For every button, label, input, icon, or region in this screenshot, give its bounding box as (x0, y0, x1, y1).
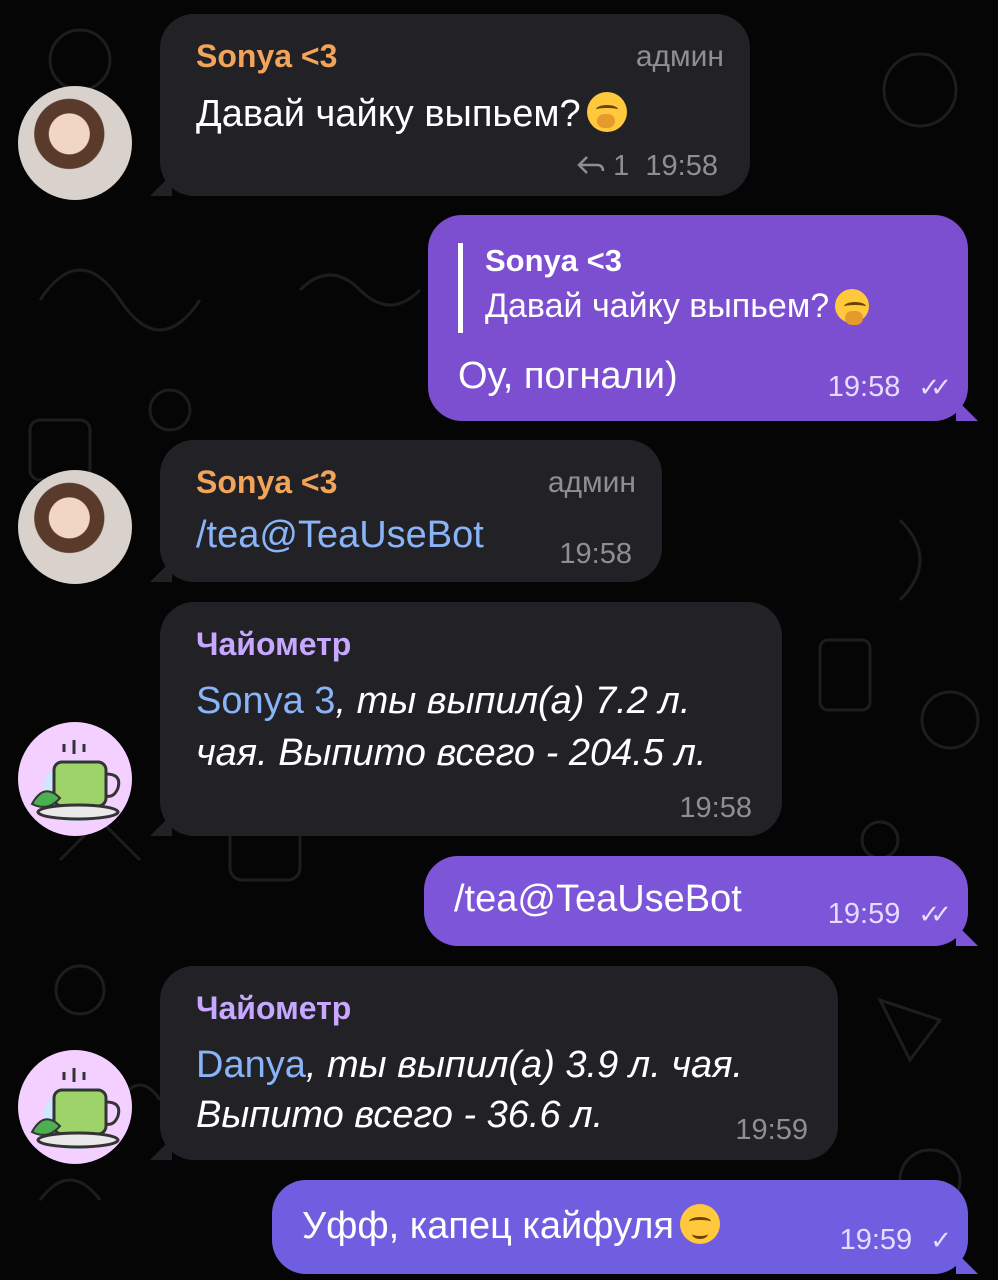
message-time: 19:58 (679, 792, 752, 824)
avatar-sonya[interactable] (18, 86, 132, 200)
double-check-icon: ✓✓ (918, 372, 951, 402)
reply-quote[interactable]: Sonya <3 Давай чайку выпьем? (458, 243, 870, 333)
yawning-face-icon (835, 289, 870, 325)
yawning-face-icon (586, 92, 627, 132)
message-meta: 19:58 ✓✓ (827, 371, 952, 404)
message-time: 19:59 (827, 898, 901, 930)
avatar-sonya[interactable] (18, 470, 132, 584)
message-meta: 19:59 ✓✓ (827, 898, 952, 931)
message-bubble-incoming[interactable]: Чайометр Danya, ты выпил(а) 3.9 л. чая. … (160, 966, 838, 1160)
message-time: 19:58 (559, 538, 632, 570)
message-bubble-outgoing[interactable]: /tea@TeaUseBot 19:59 ✓✓ (424, 856, 968, 946)
message-bubble-outgoing[interactable]: Sonya <3 Давай чайку выпьем? Оу, погнали… (428, 215, 968, 421)
sender-name[interactable]: Sonya <3 (196, 38, 337, 75)
check-icon: ✓ (930, 1225, 952, 1255)
message-time: 19:58 (827, 371, 901, 403)
message-text: Уфф, капец кайфуля (302, 1204, 720, 1248)
sender-name[interactable]: Sonya <3 (196, 464, 337, 501)
message-text-line2: Выпито всего - 36.6 л. (196, 1094, 604, 1136)
message-text: Давай чайку выпьем? (196, 92, 627, 136)
reply-count: 1 (613, 150, 630, 182)
tea-cup-icon (30, 740, 121, 821)
tea-cup-icon (30, 1068, 121, 1149)
sender-name[interactable]: Чайометр (196, 990, 351, 1027)
message-meta[interactable]: 1 19:58 (577, 150, 718, 183)
sender-name[interactable]: Чайометр (196, 626, 351, 663)
message-text-line2: чая. Выпито всего - 204.5 л. (196, 732, 707, 774)
message-meta: 19:59 ✓ (839, 1224, 952, 1257)
admin-badge: админ (635, 40, 724, 73)
reply-icon (577, 156, 605, 174)
user-mention[interactable]: Danya (196, 1044, 306, 1086)
drooling-face-icon (679, 1204, 720, 1244)
message-time: 19:59 (735, 1114, 808, 1146)
bot-command-link[interactable]: /tea@TeaUseBot (454, 878, 742, 921)
message-bubble-incoming[interactable]: Чайометр Sonya 3, ты выпил(а) 7.2 л. чая… (160, 602, 782, 836)
message-bubble-incoming[interactable]: Sonya <3 админ /tea@TeaUseBot 19:58 (160, 440, 662, 582)
double-check-icon: ✓✓ (918, 899, 951, 929)
bot-command-link[interactable]: /tea@TeaUseBot (196, 514, 484, 557)
message-bubble-incoming[interactable]: Sonya <3 админ Давай чайку выпьем? 1 19:… (160, 14, 750, 196)
user-mention[interactable]: Sonya 3 (196, 680, 335, 722)
reply-text: Давай чайку выпьем? (485, 287, 870, 326)
avatar-bot[interactable] (18, 1050, 132, 1164)
admin-badge: админ (547, 466, 636, 499)
reply-sender: Sonya <3 (485, 243, 622, 278)
avatar-bot[interactable] (18, 722, 132, 836)
message-text-line1: Danya, ты выпил(а) 3.9 л. чая. (196, 1044, 743, 1086)
message-text: Оу, погнали) (458, 355, 678, 397)
message-text-line1: Sonya 3, ты выпил(а) 7.2 л. (196, 680, 691, 722)
message-bubble-outgoing[interactable]: Уфф, капец кайфуля 19:59 ✓ (272, 1180, 968, 1274)
message-time: 19:59 (839, 1224, 913, 1256)
message-time: 19:58 (645, 150, 718, 182)
